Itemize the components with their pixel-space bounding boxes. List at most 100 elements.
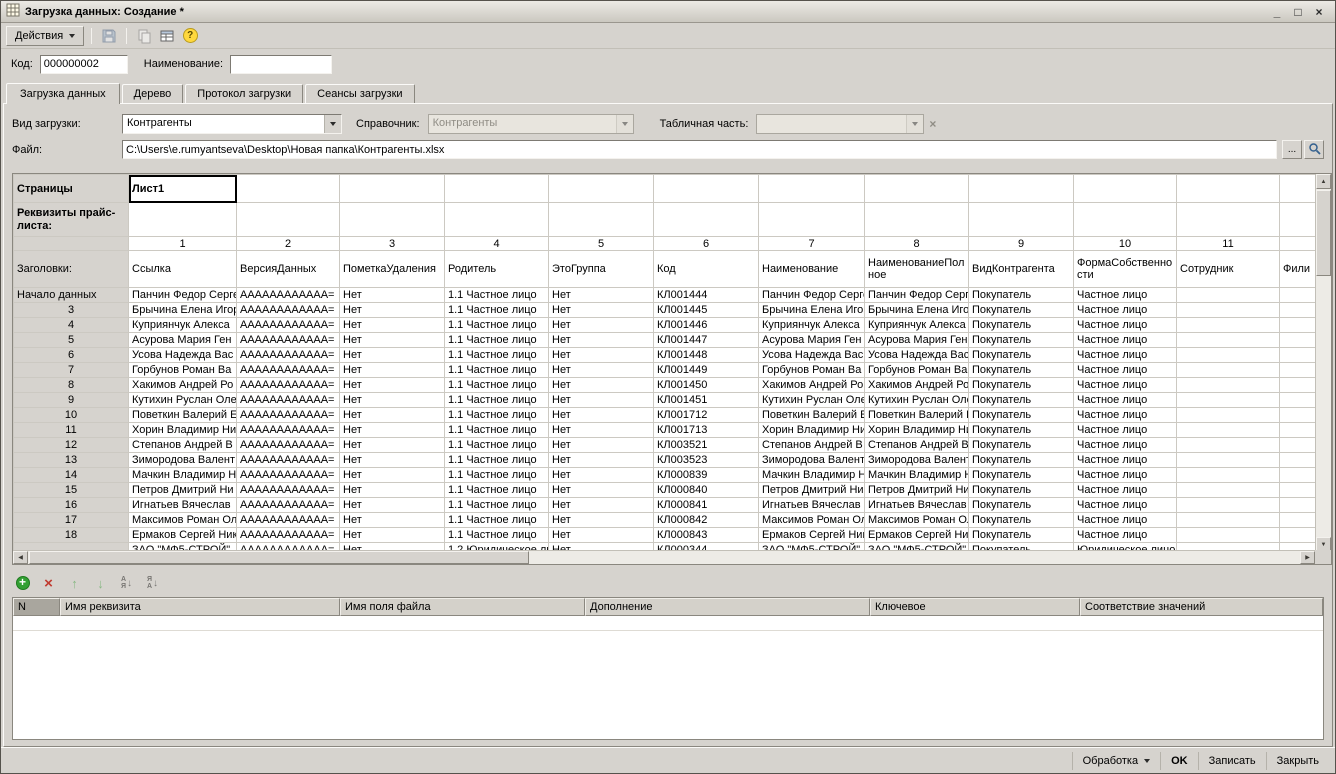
grid-cell[interactable]: Частное лицо xyxy=(1074,468,1177,483)
grid-cell[interactable]: Покупатель xyxy=(969,408,1074,423)
empty-cell[interactable] xyxy=(1177,175,1280,203)
grid-cell[interactable]: КЛ000843 xyxy=(654,528,759,543)
column-header-cell[interactable]: Фили xyxy=(1280,251,1316,288)
grid-cell[interactable]: Хорин Владимир Ни xyxy=(129,423,237,438)
grid-cell[interactable]: 1.1 Частное лицо xyxy=(445,408,549,423)
grid-cell[interactable] xyxy=(1177,438,1280,453)
grid-cell[interactable] xyxy=(1177,423,1280,438)
grid-cell[interactable]: Максимов Роман Ол xyxy=(129,513,237,528)
grid-cell[interactable] xyxy=(1177,513,1280,528)
row-label-cell[interactable]: 6 xyxy=(14,348,129,363)
grid-cell[interactable]: 1.1 Частное лицо xyxy=(445,303,549,318)
file-path-input[interactable] xyxy=(122,140,1277,159)
grid-cell[interactable]: AAAAAAAAAAAA= xyxy=(237,348,340,363)
grid-cell[interactable] xyxy=(1177,393,1280,408)
grid-cell[interactable]: Поветкин Валерий Е xyxy=(865,408,969,423)
grid-cell[interactable]: Степанов Андрей В xyxy=(865,438,969,453)
grid-cell[interactable] xyxy=(1177,528,1280,543)
grid-cell[interactable]: КЛ001712 xyxy=(654,408,759,423)
file-search-button[interactable] xyxy=(1304,140,1324,159)
grid-cell[interactable] xyxy=(1177,378,1280,393)
table-structure-icon[interactable] xyxy=(157,26,177,46)
grid-cell[interactable]: AAAAAAAAAAAA= xyxy=(237,468,340,483)
grid-cell[interactable] xyxy=(1280,438,1316,453)
grid-cell[interactable]: КЛ000841 xyxy=(654,498,759,513)
grid-cell[interactable]: Частное лицо xyxy=(1074,363,1177,378)
empty-cell[interactable] xyxy=(969,175,1074,203)
grid-cell[interactable]: Зимородова Валент xyxy=(129,453,237,468)
grid-cell[interactable] xyxy=(1280,303,1316,318)
empty-cell[interactable] xyxy=(445,203,549,237)
grid-cell[interactable] xyxy=(1280,423,1316,438)
grid-cell[interactable] xyxy=(1177,408,1280,423)
grid-cell[interactable]: AAAAAAAAAAAA= xyxy=(237,453,340,468)
grid-cell[interactable]: Степанов Андрей В xyxy=(759,438,865,453)
grid-cell[interactable]: 1.1 Частное лицо xyxy=(445,528,549,543)
grid-cell[interactable]: Хакимов Андрей Ро xyxy=(759,378,865,393)
grid-cell[interactable]: КЛ001447 xyxy=(654,333,759,348)
grid-cell[interactable] xyxy=(1280,378,1316,393)
grid-cell[interactable]: Покупатель xyxy=(969,438,1074,453)
sort-ascending-icon[interactable]: АЯ↓ xyxy=(118,575,135,592)
write-button[interactable]: Записать xyxy=(1198,752,1266,770)
grid-cell[interactable]: Хакимов Андрей Ро xyxy=(865,378,969,393)
grid-cell[interactable]: Нет xyxy=(549,423,654,438)
tab-load-sessions[interactable]: Сеансы загрузки xyxy=(305,84,414,103)
empty-cell[interactable] xyxy=(759,175,865,203)
grid-cell[interactable] xyxy=(1177,363,1280,378)
row-label-cell[interactable]: 9 xyxy=(14,393,129,408)
grid-cell[interactable]: Панчин Федор Серге xyxy=(865,288,969,303)
grid-cell[interactable]: Покупатель xyxy=(969,483,1074,498)
help-icon[interactable]: ? xyxy=(180,26,200,46)
grid-cell[interactable]: Нет xyxy=(340,333,445,348)
pages-label[interactable]: Страницы xyxy=(14,175,129,203)
grid-cell[interactable]: Покупатель xyxy=(969,528,1074,543)
grid-cell[interactable]: AAAAAAAAAAAA= xyxy=(237,288,340,303)
headers-label[interactable]: Заголовки: xyxy=(14,251,129,288)
grid-cell[interactable]: AAAAAAAAAAAA= xyxy=(237,438,340,453)
grid-cell[interactable] xyxy=(1280,393,1316,408)
grid-cell[interactable]: КЛ003521 xyxy=(654,438,759,453)
grid-cell[interactable]: Зимородова Валент xyxy=(865,453,969,468)
column-header-cell[interactable]: Ссылка xyxy=(129,251,237,288)
grid-cell[interactable]: Нет xyxy=(549,333,654,348)
column-header-cell[interactable]: ПометкаУдаления xyxy=(340,251,445,288)
grid-cell[interactable]: 1.1 Частное лицо xyxy=(445,348,549,363)
grid-cell[interactable]: Частное лицо xyxy=(1074,408,1177,423)
row-label-cell[interactable]: 14 xyxy=(14,468,129,483)
grid-cell[interactable]: Брычина Елена Игор xyxy=(759,303,865,318)
grid-cell[interactable] xyxy=(1280,408,1316,423)
grid-cell[interactable]: 1.1 Частное лицо xyxy=(445,378,549,393)
grid-cell[interactable]: Ермаков Сергей Ник xyxy=(865,528,969,543)
code-input[interactable] xyxy=(40,55,128,74)
column-number-cell[interactable]: 4 xyxy=(445,237,549,251)
column-number-cell[interactable]: 6 xyxy=(654,237,759,251)
grid-cell[interactable]: Нет xyxy=(340,423,445,438)
grid-cell[interactable]: 1.1 Частное лицо xyxy=(445,423,549,438)
grid-cell[interactable]: КЛ003523 xyxy=(654,453,759,468)
column-header-cell[interactable]: Родитель xyxy=(445,251,549,288)
empty-cell[interactable] xyxy=(340,175,445,203)
dropdown-icon[interactable] xyxy=(324,115,341,133)
empty-cell[interactable] xyxy=(759,203,865,237)
grid-cell[interactable]: Нет xyxy=(340,438,445,453)
grid-cell[interactable]: Нет xyxy=(549,513,654,528)
grid-cell[interactable]: Кутихин Руслан Оле xyxy=(759,393,865,408)
empty-cell[interactable] xyxy=(237,203,340,237)
grid-cell[interactable]: Покупатель xyxy=(969,288,1074,303)
grid-cell[interactable]: Хорин Владимир Ни xyxy=(759,423,865,438)
grid-cell[interactable]: Нет xyxy=(549,468,654,483)
grid-cell[interactable] xyxy=(1280,468,1316,483)
grid-cell[interactable]: AAAAAAAAAAAA= xyxy=(237,423,340,438)
empty-cell[interactable] xyxy=(237,175,340,203)
grid-cell[interactable]: Панчин Федор Серге xyxy=(129,288,237,303)
grid-cell[interactable]: Нет xyxy=(549,303,654,318)
grid-cell[interactable]: Покупатель xyxy=(969,363,1074,378)
scroll-up-icon[interactable]: ▲ xyxy=(1316,174,1331,189)
column-header-cell[interactable]: ФормаСобственности xyxy=(1074,251,1177,288)
grid-cell[interactable]: Нет xyxy=(340,288,445,303)
grid-cell[interactable]: Частное лицо xyxy=(1074,438,1177,453)
copy-sheet-icon[interactable] xyxy=(134,26,154,46)
grid-cell[interactable]: Брычина Елена Игор xyxy=(129,303,237,318)
grid-cell[interactable]: Поветкин Валерий Е xyxy=(759,408,865,423)
